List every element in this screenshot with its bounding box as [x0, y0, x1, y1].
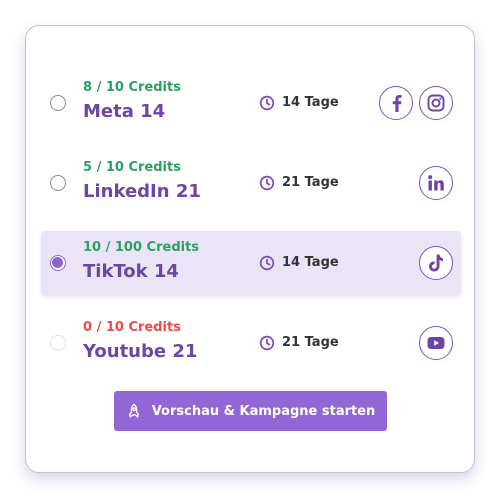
- campaign-radio[interactable]: [50, 335, 66, 351]
- campaign-name: LinkedIn 21: [83, 181, 201, 202]
- campaign-row-tiktok[interactable]: 10 / 100 Credits TikTok 14 14 Tage: [41, 231, 461, 295]
- clock-icon: [259, 335, 275, 351]
- youtube-icon: [419, 326, 453, 360]
- campaign-radio[interactable]: [50, 95, 66, 111]
- campaign-name: Youtube 21: [83, 341, 198, 362]
- duration-label: 21 Tage: [282, 175, 339, 190]
- facebook-icon: [379, 86, 413, 120]
- campaign-row-linkedin[interactable]: 5 / 10 Credits LinkedIn 21 21 Tage: [41, 151, 461, 215]
- credits-label: 5 / 10 Credits: [83, 160, 181, 175]
- credits-label: 8 / 10 Credits: [83, 80, 181, 95]
- tiktok-icon: [419, 246, 453, 280]
- campaign-radio[interactable]: [50, 255, 66, 271]
- start-button-label: Vorschau & Kampagne starten: [151, 403, 376, 419]
- duration-label: 14 Tage: [282, 95, 339, 110]
- duration-label: 14 Tage: [282, 255, 339, 270]
- campaign-name: Meta 14: [83, 101, 166, 122]
- clock-icon: [259, 255, 275, 271]
- campaign-row-meta[interactable]: 8 / 10 Credits Meta 14 14 Tage: [41, 71, 461, 135]
- clock-icon: [259, 175, 275, 191]
- instagram-icon: [419, 86, 453, 120]
- duration-label: 21 Tage: [282, 335, 339, 350]
- clock-icon: [259, 95, 275, 111]
- rocket-icon: [128, 403, 139, 418]
- start-campaign-button[interactable]: Vorschau & Kampagne starten: [114, 391, 387, 431]
- credits-label: 0 / 10 Credits: [83, 320, 181, 335]
- campaign-row-youtube[interactable]: 0 / 10 Credits Youtube 21 21 Tage: [41, 311, 461, 375]
- credits-label: 10 / 100 Credits: [83, 240, 200, 255]
- campaign-name: TikTok 14: [83, 261, 179, 282]
- campaign-card: 8 / 10 Credits Meta 14 14 Tage 5 / 10 Cr…: [25, 25, 475, 473]
- linkedin-icon: [419, 166, 453, 200]
- campaign-radio[interactable]: [50, 175, 66, 191]
